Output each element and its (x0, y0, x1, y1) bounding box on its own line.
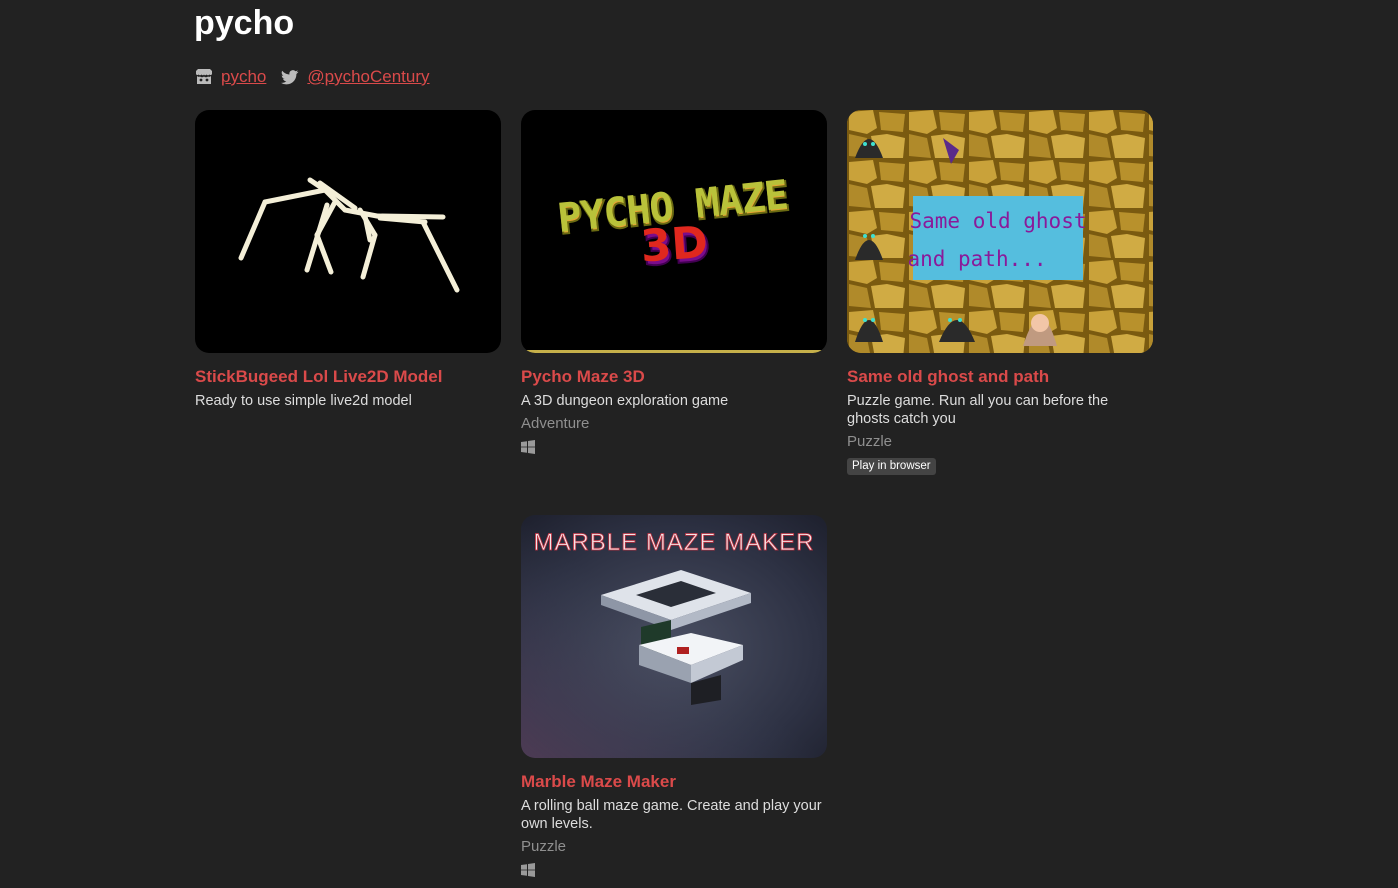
game-title[interactable]: Marble Maze Maker (521, 772, 827, 792)
game-thumbnail[interactable]: MARBLE MAZE MAKER (521, 515, 827, 758)
game-description: A 3D dungeon exploration game (521, 393, 729, 409)
game-thumbnail[interactable]: PYCHO MAZE PYCHO MAZE 3D 3D (521, 110, 827, 353)
game-thumbnail[interactable] (195, 110, 501, 353)
game-card-marble-maze-maker: MARBLE MAZE MAKER Marble Maze Maker A ro… (521, 515, 827, 877)
twitter-profile-link[interactable]: @pychoCentury (307, 67, 429, 87)
game-thumbnail[interactable]: Same old ghost and path... (847, 110, 1153, 353)
game-genre[interactable]: Puzzle (521, 837, 827, 857)
itchio-icon (194, 68, 214, 86)
game-card-stickbugeed: StickBugeed Lol Live2D Model Ready to us… (195, 110, 501, 410)
windows-icon (521, 440, 535, 454)
game-description: Puzzle game. Run all you can before the … (847, 393, 1109, 427)
itchio-profile-link[interactable]: pycho (221, 67, 266, 87)
thumb-title-text: MARBLE MAZE MAKER (533, 529, 814, 556)
game-title[interactable]: Same old ghost and path (847, 367, 1153, 387)
thumb-text-line2: and path... (907, 247, 1046, 271)
game-card-same-old-ghost: Same old ghost and path... Same old ghos… (847, 110, 1153, 475)
windows-icon (521, 863, 535, 877)
game-title[interactable]: Pycho Maze 3D (521, 367, 827, 387)
game-genre[interactable]: Puzzle (847, 432, 1153, 452)
thumb-logo-3d-front: 3D (639, 217, 710, 273)
twitter-link-item: @pychoCentury (280, 67, 430, 87)
thumb-text-line1: Same old ghost (909, 209, 1086, 233)
itchio-link-item: pycho (194, 67, 266, 87)
game-genre[interactable]: Adventure (521, 414, 827, 434)
profile-links: pycho @pychoCentury (194, 66, 444, 88)
game-title[interactable]: StickBugeed Lol Live2D Model (195, 367, 501, 387)
play-in-browser-badge: Play in browser (847, 458, 936, 475)
page-title: pycho (194, 4, 295, 42)
game-card-pycho-maze-3d: PYCHO MAZE PYCHO MAZE 3D 3D Pycho Maze 3… (521, 110, 827, 454)
profile-page: pycho pycho @pychoCentury StickBugeed Lo… (0, 0, 1398, 888)
twitter-icon (280, 68, 300, 86)
game-description: A rolling ball maze game. Create and pla… (521, 798, 822, 832)
game-description: Ready to use simple live2d model (195, 393, 412, 409)
